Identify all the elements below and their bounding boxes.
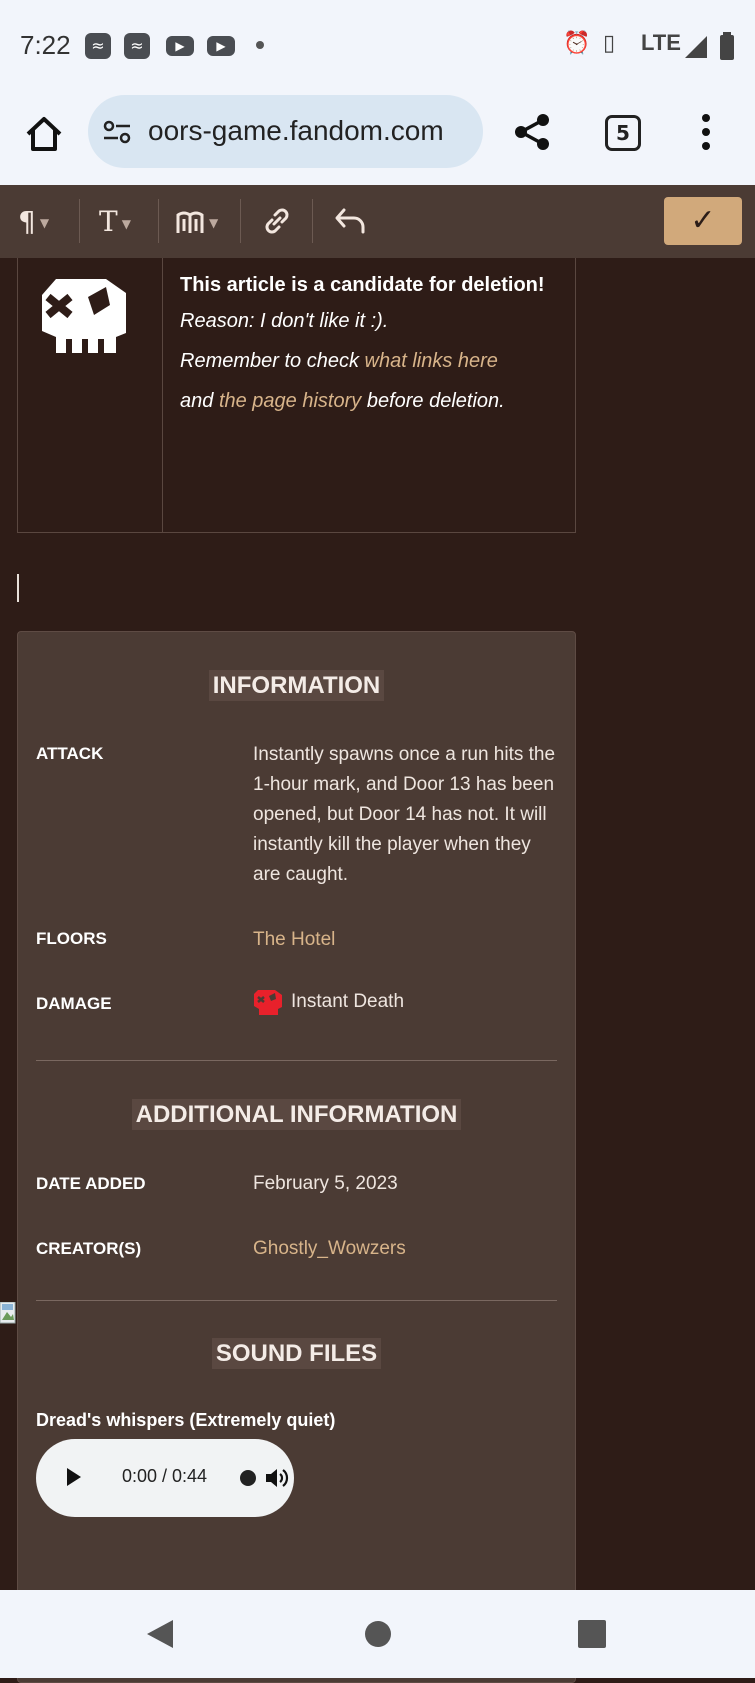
network-type: LTE	[641, 30, 681, 55]
undo-icon[interactable]	[334, 206, 366, 236]
skull-icon	[42, 279, 126, 353]
signal-icon	[685, 36, 707, 58]
attack-label: ATTACK	[36, 744, 104, 763]
url-text: oors-game.fandom.com	[148, 115, 444, 146]
information-heading: INFORMATION	[18, 670, 575, 701]
alarm-icon: ⏰	[563, 30, 591, 55]
paragraph-format-button[interactable]: ¶ ▼	[18, 205, 49, 238]
chevron-down-icon: ▼	[121, 216, 131, 231]
app-notification-icon: ≈	[124, 33, 150, 59]
pilcrow-icon: ¶	[18, 205, 36, 238]
notice-text: and	[180, 390, 219, 412]
notice-text: Remember to check	[180, 350, 365, 372]
volume-icon[interactable]	[264, 1465, 290, 1491]
text-style-button[interactable]: T ▼	[99, 205, 131, 238]
home-icon[interactable]	[24, 114, 64, 154]
checkmark-icon: ✓	[690, 203, 716, 238]
creator-link[interactable]: Ghostly_Wowzers	[253, 1234, 558, 1264]
damage-value: Instant Death	[253, 987, 558, 1017]
system-navigation-bar	[0, 1590, 755, 1678]
toolbar-divider	[312, 199, 313, 243]
information-heading-text: INFORMATION	[208, 670, 385, 701]
audio-player: 0:00 / 0:44	[36, 1439, 294, 1517]
chevron-down-icon: ▼	[209, 216, 219, 230]
infobox: INFORMATION ATTACK Instantly spawns once…	[17, 631, 576, 1683]
date-added-label: DATE ADDED	[36, 1174, 146, 1193]
floors-link[interactable]: The Hotel	[253, 925, 558, 955]
notice-divider	[162, 258, 163, 532]
notice-reason: Reason: I don't like it :).	[180, 310, 389, 332]
creators-label: CREATOR(S)	[36, 1239, 142, 1258]
damage-label: DAMAGE	[36, 994, 112, 1013]
section-divider	[36, 1300, 557, 1301]
toolbar-divider	[79, 199, 80, 243]
insert-button[interactable]: ▼	[175, 205, 218, 238]
notice-text: before deletion.	[361, 390, 505, 412]
app-notification-icon: ≈	[85, 33, 111, 59]
editor-toolbar: ¶ ▼ T ▼ ▼ ✓	[0, 185, 755, 258]
youtube-icon: ▶	[166, 36, 194, 56]
notice-instructions: Remember to check what links here and the…	[180, 341, 570, 421]
browser-address-bar: oors-game.fandom.com 5	[0, 90, 755, 186]
deletion-notice-text: This article is a candidate for deletion…	[180, 270, 570, 421]
text-cursor	[17, 574, 19, 602]
link-icon[interactable]	[262, 206, 292, 236]
page-history-link[interactable]: the page history	[219, 390, 361, 412]
instant-death-icon	[254, 989, 282, 1015]
chevron-down-icon: ▼	[39, 216, 50, 230]
clock: 7:22	[20, 30, 71, 60]
tab-switcher-button[interactable]: 5	[605, 115, 641, 151]
youtube-icon: ▶	[207, 36, 235, 56]
save-button[interactable]: ✓	[664, 197, 742, 245]
sound-files-heading: SOUND FILES	[18, 1338, 575, 1369]
toolbar-divider	[240, 199, 241, 243]
sound-file-name: Dread's whispers (Extremely quiet)	[36, 1410, 336, 1430]
home-circle-icon[interactable]	[364, 1620, 392, 1648]
audio-seek-handle[interactable]	[240, 1470, 256, 1486]
battery-icon	[720, 32, 734, 60]
url-field[interactable]: oors-game.fandom.com	[88, 95, 483, 168]
floors-label: FLOORS	[36, 929, 107, 948]
sound-files-heading-text: SOUND FILES	[211, 1338, 382, 1369]
status-bar: 7:22 ≈ ≈ ▶ ▶ ⏰ ▯ LTE	[0, 0, 755, 90]
date-added-value: February 5, 2023	[253, 1173, 398, 1194]
site-settings-icon[interactable]	[102, 117, 132, 147]
vibrate-icon: ▯	[603, 30, 616, 55]
audio-time: 0:00 / 0:44	[122, 1466, 208, 1486]
share-icon[interactable]	[512, 112, 552, 152]
additional-info-heading: ADDITIONAL INFORMATION	[18, 1099, 575, 1130]
back-icon[interactable]	[145, 1618, 175, 1650]
damage-text: Instant Death	[291, 991, 405, 1012]
recents-icon[interactable]	[578, 1620, 606, 1648]
play-icon[interactable]	[66, 1467, 82, 1487]
book-insert-icon	[176, 211, 204, 233]
section-divider	[36, 1060, 557, 1061]
additional-info-heading-text: ADDITIONAL INFORMATION	[131, 1099, 462, 1130]
broken-image-icon	[0, 1302, 16, 1324]
more-notifications-icon	[256, 41, 264, 49]
notice-title: This article is a candidate for deletion…	[180, 274, 545, 296]
text-style-icon: T	[99, 205, 118, 238]
attack-value: Instantly spawns once a run hits the 1-h…	[253, 744, 556, 885]
toolbar-divider	[158, 199, 159, 243]
what-links-here-link[interactable]: what links here	[365, 350, 498, 372]
more-menu-icon[interactable]	[700, 112, 712, 152]
